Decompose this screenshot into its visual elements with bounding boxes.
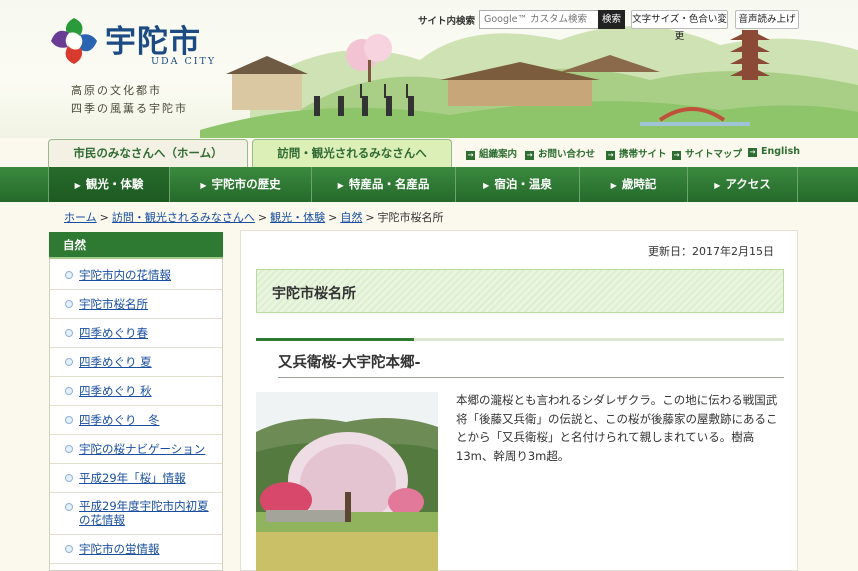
arrow-right-icon: → bbox=[672, 151, 681, 160]
nav-item-specialties[interactable]: ▶ 特産品・名産品 bbox=[312, 167, 456, 202]
bullet-icon bbox=[65, 416, 73, 424]
site-header: 宇陀市 UDA CITY 高原の文化都市 四季の風薫る宇陀市 サイト内検索 検索… bbox=[0, 0, 858, 138]
bullet-icon bbox=[65, 271, 73, 279]
nav-item-history[interactable]: ▶ 宇陀市の歴史 bbox=[170, 167, 312, 202]
bullet-icon bbox=[65, 474, 73, 482]
tab-residents-home[interactable]: 市民のみなさんへ（ホーム） bbox=[48, 139, 248, 167]
tab-visitors[interactable]: 訪問・観光されるみなさんへ bbox=[252, 139, 452, 167]
breadcrumb-link-home[interactable]: ホーム bbox=[64, 211, 97, 224]
site-logo[interactable]: 宇陀市 UDA CITY bbox=[47, 14, 217, 70]
side-menu-item[interactable]: 宇陀の桜ナビゲーション bbox=[50, 435, 222, 464]
read-aloud-button[interactable]: 音声読み上げ bbox=[735, 10, 799, 29]
arrow-right-icon: → bbox=[466, 151, 475, 160]
side-menu-item[interactable]: 平成29年「桜」情報 bbox=[50, 464, 222, 493]
breadcrumb: ホーム > 訪問・観光されるみなさんへ > 観光・体験 > 自然 > 宇陀市桜名所 bbox=[64, 209, 444, 225]
breadcrumb-current: 宇陀市桜名所 bbox=[377, 211, 444, 224]
font-color-change-button[interactable]: 文字サイズ・色合い変更 bbox=[631, 10, 728, 42]
chevron-right-icon: ▶ bbox=[714, 181, 721, 190]
side-menu-item[interactable]: 宇陀市桜名所 bbox=[50, 290, 222, 319]
tagline-line-1: 高原の文化都市 bbox=[71, 84, 162, 97]
side-menu-title[interactable]: 自然 bbox=[49, 232, 223, 259]
breadcrumb-separator: > bbox=[365, 211, 375, 224]
updated-date: 更新日：2017年2月15日 bbox=[648, 245, 774, 258]
arrow-right-icon: → bbox=[748, 148, 757, 157]
breadcrumb-link-visitors[interactable]: 訪問・観光されるみなさんへ bbox=[112, 211, 255, 224]
arrow-right-icon: → bbox=[606, 151, 615, 160]
uda-city-logo-icon bbox=[51, 18, 97, 64]
search-button[interactable]: 検索 bbox=[598, 10, 625, 29]
bullet-icon bbox=[65, 545, 73, 553]
nav-item-lodging[interactable]: ▶ 宿泊・温泉 bbox=[456, 167, 580, 202]
breadcrumb-separator: > bbox=[99, 211, 109, 224]
section-heading: 又兵衛桜-大宇陀本郷- bbox=[278, 355, 421, 371]
side-menu-item[interactable]: 四季めぐり 夏 bbox=[50, 348, 222, 377]
utility-link-sitemap[interactable]: → サイトマップ bbox=[672, 146, 742, 160]
section-heading-underline bbox=[278, 377, 784, 378]
site-name-en: UDA CITY bbox=[151, 56, 217, 67]
bullet-icon bbox=[65, 300, 73, 308]
search-label: サイト内検索 bbox=[418, 16, 476, 27]
site-name: 宇陀市 bbox=[105, 24, 201, 60]
nav-item-sightseeing[interactable]: ▶ 観光・体験 bbox=[48, 167, 170, 202]
matabei-zakura-photo bbox=[256, 392, 438, 571]
section-heading-rule-light bbox=[414, 338, 784, 341]
bullet-icon bbox=[65, 503, 73, 511]
side-menu-item[interactable]: 平成29年度宇陀市内初夏の花情報 bbox=[50, 493, 222, 535]
nav-item-access[interactable]: ▶ アクセス bbox=[688, 167, 798, 202]
nav-item-calendar[interactable]: ▶ 歳時記 bbox=[580, 167, 688, 202]
bullet-icon bbox=[65, 329, 73, 337]
breadcrumb-link-sightseeing[interactable]: 観光・体験 bbox=[270, 211, 325, 224]
chevron-right-icon: ▶ bbox=[610, 181, 617, 190]
tagline-line-2: 四季の風薫る宇陀市 bbox=[71, 102, 188, 115]
chevron-right-icon: ▶ bbox=[200, 181, 207, 190]
chevron-right-icon: ▶ bbox=[483, 181, 490, 190]
bullet-icon bbox=[65, 445, 73, 453]
breadcrumb-separator: > bbox=[328, 211, 338, 224]
side-menu-item[interactable]: 四季めぐり 冬 bbox=[50, 406, 222, 435]
chevron-right-icon: ▶ bbox=[337, 181, 344, 190]
chevron-right-icon: ▶ bbox=[74, 181, 81, 190]
breadcrumb-separator: > bbox=[257, 211, 268, 224]
breadcrumb-link-nature[interactable]: 自然 bbox=[340, 211, 362, 224]
utility-link-contact[interactable]: → お問い合わせ bbox=[525, 146, 595, 160]
side-menu-item[interactable]: 四季めぐり春 bbox=[50, 319, 222, 348]
bullet-icon bbox=[65, 387, 73, 395]
utility-link-mobile[interactable]: → 携帯サイト bbox=[606, 146, 667, 160]
page-title: 宇陀市桜名所 bbox=[272, 286, 356, 302]
cherry-tree-photo-image bbox=[256, 392, 438, 571]
side-menu-item[interactable]: 宇陀市の蛍情報 bbox=[50, 535, 222, 564]
section-body-text: 本郷の瀧桜とも言われるシダレザクラ。この地に伝わる戦国武 将「後藤又兵衛」の伝説… bbox=[456, 393, 778, 463]
bullet-icon bbox=[65, 358, 73, 366]
utility-link-organization[interactable]: → 組織案内 bbox=[466, 146, 517, 160]
side-menu-item[interactable]: 四季めぐり 秋 bbox=[50, 377, 222, 406]
search-input[interactable] bbox=[479, 10, 599, 29]
side-menu-item[interactable]: 宇陀市内の花情報 bbox=[50, 261, 222, 290]
arrow-right-icon: → bbox=[525, 151, 534, 160]
section-heading-rule bbox=[256, 338, 414, 341]
utility-link-english[interactable]: → English bbox=[748, 146, 800, 157]
